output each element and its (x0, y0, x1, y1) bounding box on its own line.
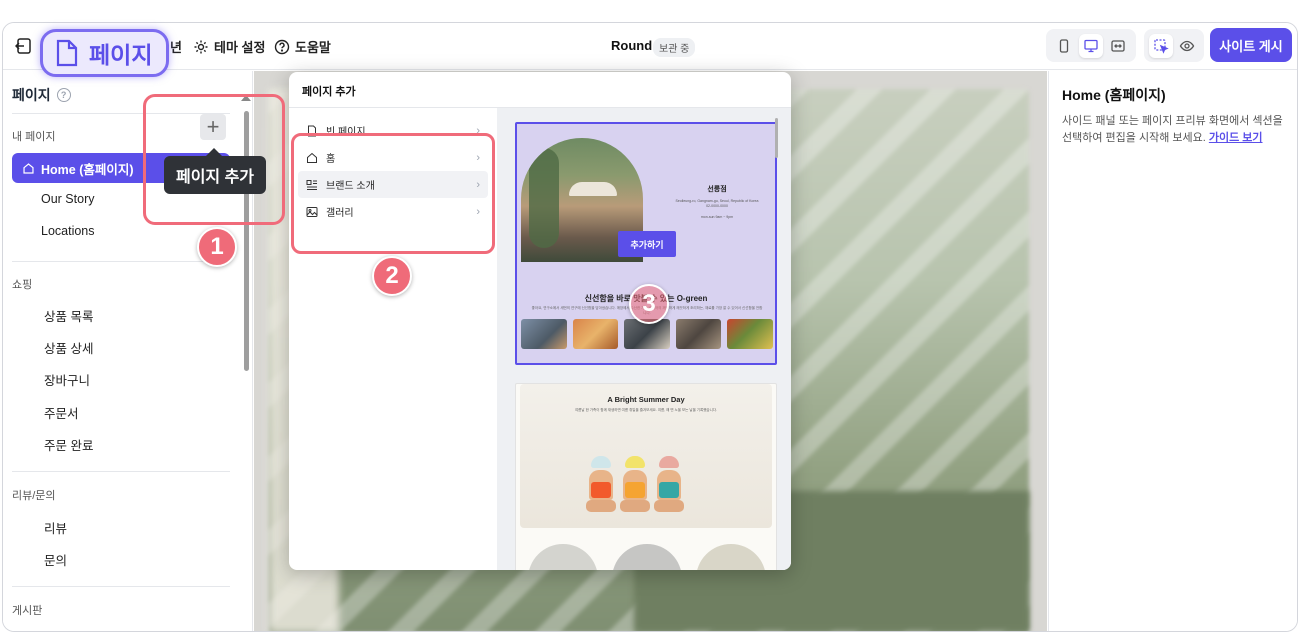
swimsuit-shape (625, 482, 645, 498)
template2-subtitle: 여름날 한 가족이 함께 재생하면 여름 휴일을 즐겨보세요. 여름, 해 변 … (574, 408, 718, 412)
guide-link[interactable]: 가이드 보기 (1209, 132, 1263, 144)
select-cursor-icon (1154, 38, 1169, 54)
gear-icon (194, 40, 208, 53)
sidebar-item-product-detail[interactable]: 상품 상세 (44, 338, 93, 357)
home-icon (23, 162, 34, 174)
pages-tab-label: 페이지 (89, 42, 153, 68)
mobile-view-button[interactable] (1052, 34, 1076, 58)
sidebar-item-cart[interactable]: 장바구니 (44, 370, 90, 389)
add-page-button[interactable]: + (200, 114, 226, 140)
swimsuit-shape (659, 482, 679, 498)
step-number-3: 3 (629, 284, 669, 324)
sidebar-title: 페이지 ? (12, 85, 71, 105)
thumbnail-image (521, 319, 567, 349)
step-number-1: 1 (197, 227, 237, 267)
add-page-tooltip: 페이지 추가 (164, 156, 266, 194)
pages-tab-highlight[interactable]: 페이지 (40, 29, 169, 77)
modal-title: 페이지 추가 (302, 86, 356, 98)
tree-shape (529, 148, 559, 248)
sidebar-item-review[interactable]: 리뷰 (44, 518, 67, 537)
template2-title: A Bright Summer Day (607, 395, 685, 404)
thumbnail-image (727, 319, 773, 349)
sidebar-title-label: 페이지 (12, 87, 51, 103)
summer-photo: A Bright Summer Day 여름날 한 가족이 함께 재생하면 여름… (520, 384, 772, 528)
sidebar-item-order-complete[interactable]: 주문 완료 (44, 435, 93, 454)
sidebar-item-product-list[interactable]: 상품 목록 (44, 306, 93, 325)
legs-shape (620, 500, 650, 512)
tool-toggle-group (1144, 29, 1204, 62)
template-card-summer[interactable]: A Bright Summer Day 여름날 한 가족이 함께 재생하면 여름… (515, 383, 777, 570)
preview-scrollbar[interactable] (775, 118, 778, 158)
eye-icon (1179, 40, 1195, 51)
hat-shape (591, 456, 611, 468)
sidebar-item-label: Home (홈페이지) (41, 162, 134, 177)
section-shopping: 쇼핑 (12, 279, 33, 291)
fit-view-button[interactable] (1106, 34, 1130, 58)
thumbnail-image (572, 319, 619, 349)
page-icon (56, 39, 78, 67)
section-review: 리뷰/문의 (12, 490, 56, 502)
exit-icon[interactable] (15, 37, 33, 55)
hat-shape (659, 456, 679, 468)
help-button[interactable]: 도움말 (274, 37, 331, 56)
thumbnail-image (675, 319, 722, 349)
device-toggle-group (1046, 29, 1136, 62)
status-badge: 보관 중 (653, 38, 696, 57)
divider (12, 261, 230, 262)
preview-button[interactable] (1175, 34, 1199, 58)
person-figure (620, 456, 650, 518)
circle-image (528, 544, 598, 570)
store-hours: mon-sun 9am ~ 9pm (700, 215, 734, 219)
sidebar-item-order-form[interactable]: 주문서 (44, 403, 79, 422)
section-my-pages: 내 페이지 (12, 131, 56, 143)
circle-image (612, 544, 682, 570)
desktop-view-button[interactable] (1078, 33, 1103, 58)
section-board: 게시판 (12, 605, 43, 617)
theme-settings-label: 테마 설정 (214, 40, 266, 55)
sidebar-item-our-story[interactable]: Our Story (41, 192, 95, 206)
mobile-icon (1059, 38, 1068, 53)
add-template-button[interactable]: 추가하기 (618, 231, 676, 257)
store-info: 선릉점 Seolleung-ro, Gangnam-gu, Seoul, Rep… (667, 184, 767, 220)
select-mode-button[interactable] (1149, 33, 1173, 58)
tooltip-arrow (206, 148, 222, 156)
legs-shape (654, 500, 684, 512)
sidebar-item-inquiry[interactable]: 문의 (44, 550, 67, 569)
person-figure (586, 456, 616, 518)
store-phone: 02-0000-0000 (706, 204, 728, 208)
publish-button[interactable]: 사이트 게시 (1210, 28, 1292, 62)
help-label: 도움말 (295, 40, 331, 55)
sidebar-item-locations[interactable]: Locations (41, 224, 95, 238)
template-preview-pane: 선릉점 Seolleung-ro, Gangnam-gu, Seoul, Rep… (497, 108, 791, 570)
theme-settings-button[interactable]: 테마 설정 (193, 37, 265, 56)
question-icon[interactable]: ? (56, 88, 71, 102)
panel-description: 사이드 패널 또는 페이지 프리뷰 화면에서 섹션을 선택하여 편집을 시작해 … (1062, 113, 1290, 147)
desktop-icon (1084, 39, 1098, 52)
circle-images (520, 544, 772, 570)
divider (12, 471, 230, 472)
divider (12, 586, 230, 587)
person-figure (654, 456, 684, 518)
legs-shape (586, 500, 616, 512)
expand-width-icon (1111, 39, 1125, 52)
store-name: 선릉점 (707, 186, 727, 193)
umbrella-shape (569, 182, 617, 196)
properties-panel: Home (홈페이지) 사이드 패널 또는 페이지 프리뷰 화면에서 섹션을 선… (1048, 71, 1297, 631)
panel-title: Home (홈페이지) (1062, 87, 1166, 103)
hidden-menu-fragment: 년 (170, 40, 182, 55)
hat-shape (625, 456, 645, 468)
template-card-brand[interactable]: 선릉점 Seolleung-ro, Gangnam-gu, Seoul, Rep… (515, 122, 777, 365)
top-bar: 년 테마 설정 도움말 Round 보관 중 사이트 게시 (3, 23, 1297, 70)
site-title: Round (611, 38, 653, 53)
circle-image (696, 544, 766, 570)
swimsuit-shape (591, 482, 611, 498)
page-type-highlight (291, 133, 495, 254)
help-icon (274, 39, 290, 54)
step-number-2: 2 (372, 256, 412, 296)
